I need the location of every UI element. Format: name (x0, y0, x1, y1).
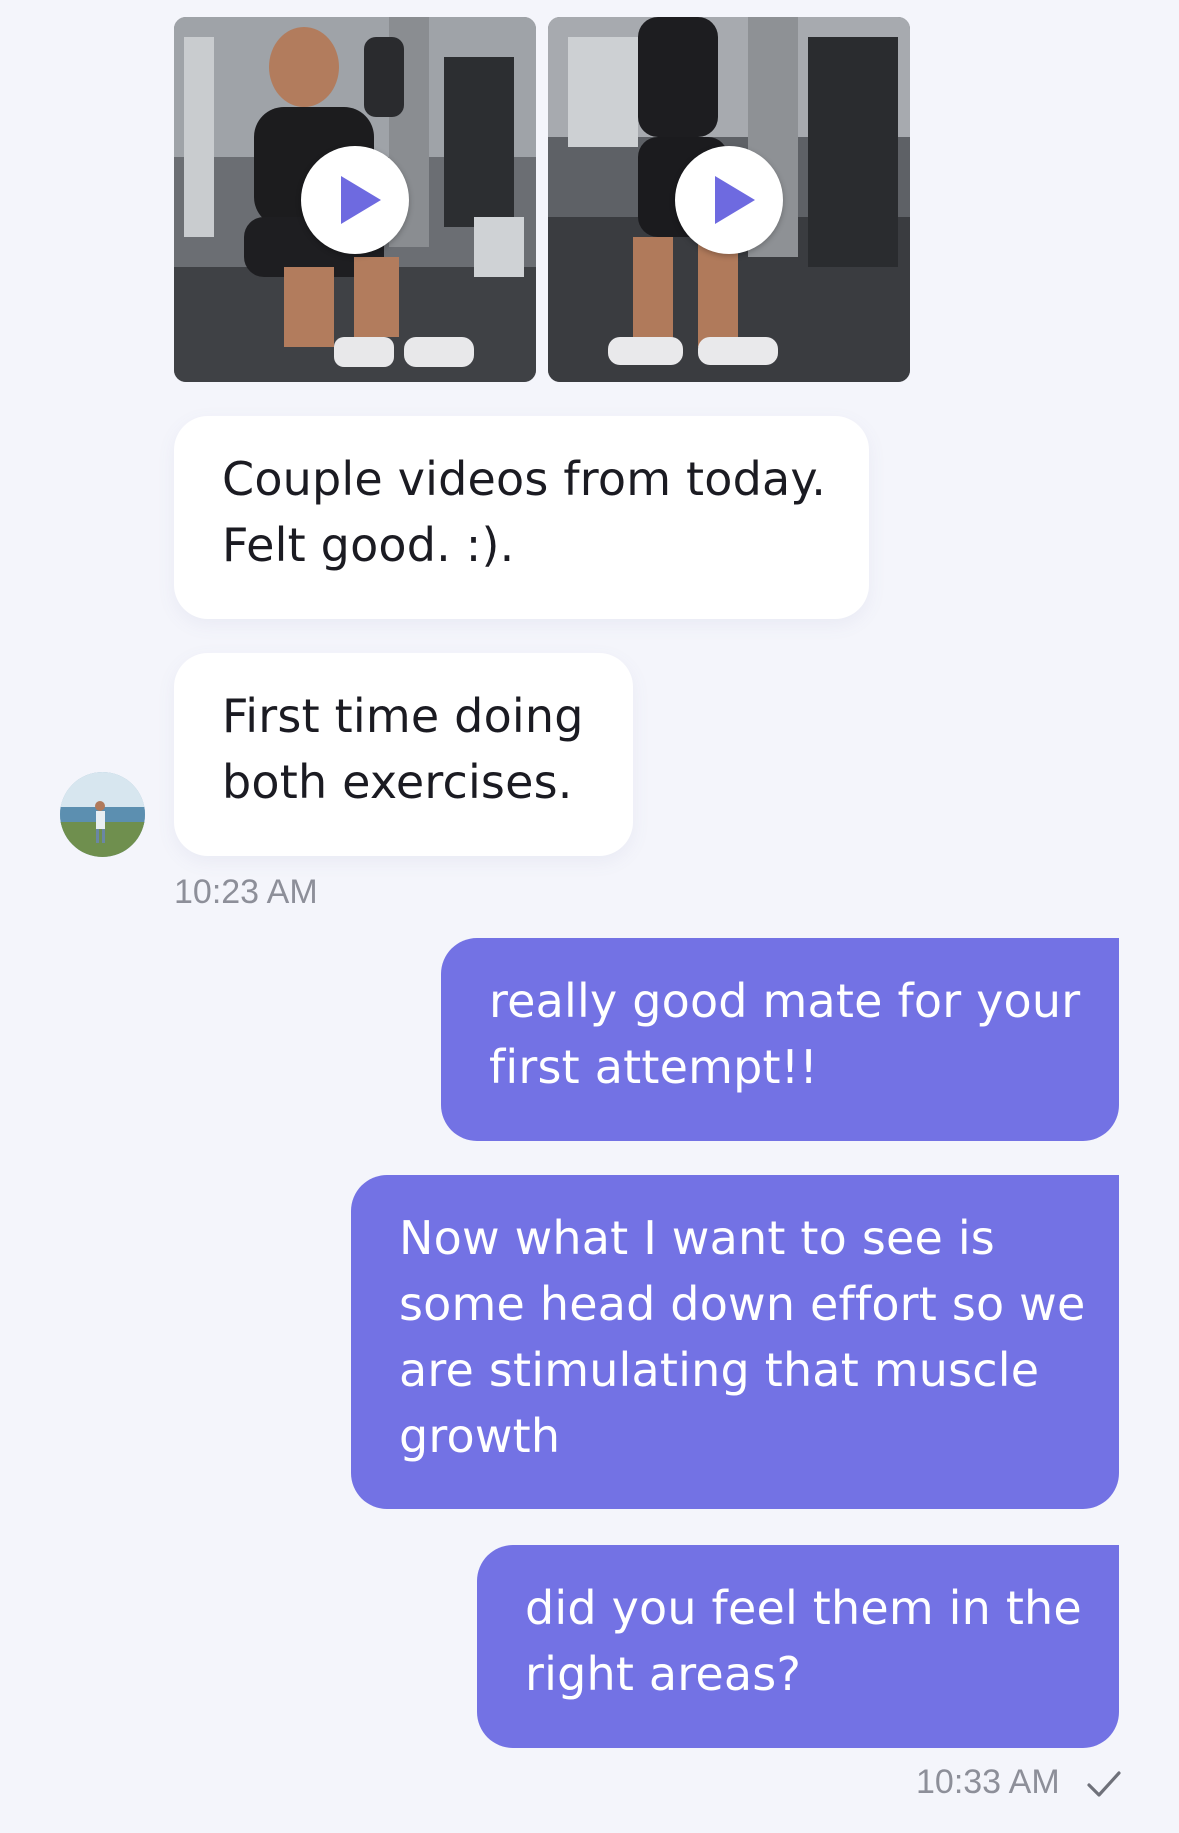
outgoing-message: Now what I want to see is some head down… (351, 1175, 1119, 1509)
message-timestamp: 10:23 AM (174, 873, 318, 911)
message-text-line: both exercises. (222, 755, 573, 809)
message-text-line: growth (399, 1409, 561, 1463)
avatar-photo (60, 772, 145, 857)
chat-thread: Couple videos from today. Felt good. :).… (0, 0, 1179, 1833)
play-button[interactable] (301, 145, 409, 254)
sender-avatar[interactable] (60, 772, 145, 857)
checkmark-icon (1087, 1771, 1121, 1797)
message-text-line: Now what I want to see is (399, 1211, 995, 1265)
message-text-line: right areas? (525, 1647, 802, 1701)
video-thumbnail[interactable] (548, 17, 910, 382)
play-icon (341, 175, 381, 224)
message-text-line: some head down effort so we (399, 1277, 1086, 1331)
message-text-line: First time doing (222, 689, 584, 743)
incoming-message: First time doing both exercises. (174, 653, 633, 856)
outgoing-message: really good mate for your first attempt!… (441, 938, 1119, 1141)
message-text-line: did you feel them in the (525, 1581, 1082, 1635)
video-thumbnail[interactable] (174, 17, 536, 382)
play-icon (715, 175, 755, 224)
message-text-line: Felt good. :). (222, 518, 515, 572)
message-text-line: really good mate for your (489, 974, 1081, 1028)
message-text-line: are stimulating that muscle (399, 1343, 1040, 1397)
outgoing-message: did you feel them in the right areas? (477, 1545, 1119, 1748)
incoming-message: Couple videos from today. Felt good. :). (174, 416, 869, 619)
message-text-line: Couple videos from today. (222, 452, 827, 506)
message-text-line: first attempt!! (489, 1040, 818, 1094)
message-timestamp: 10:33 AM (916, 1763, 1060, 1801)
play-button[interactable] (675, 145, 783, 254)
